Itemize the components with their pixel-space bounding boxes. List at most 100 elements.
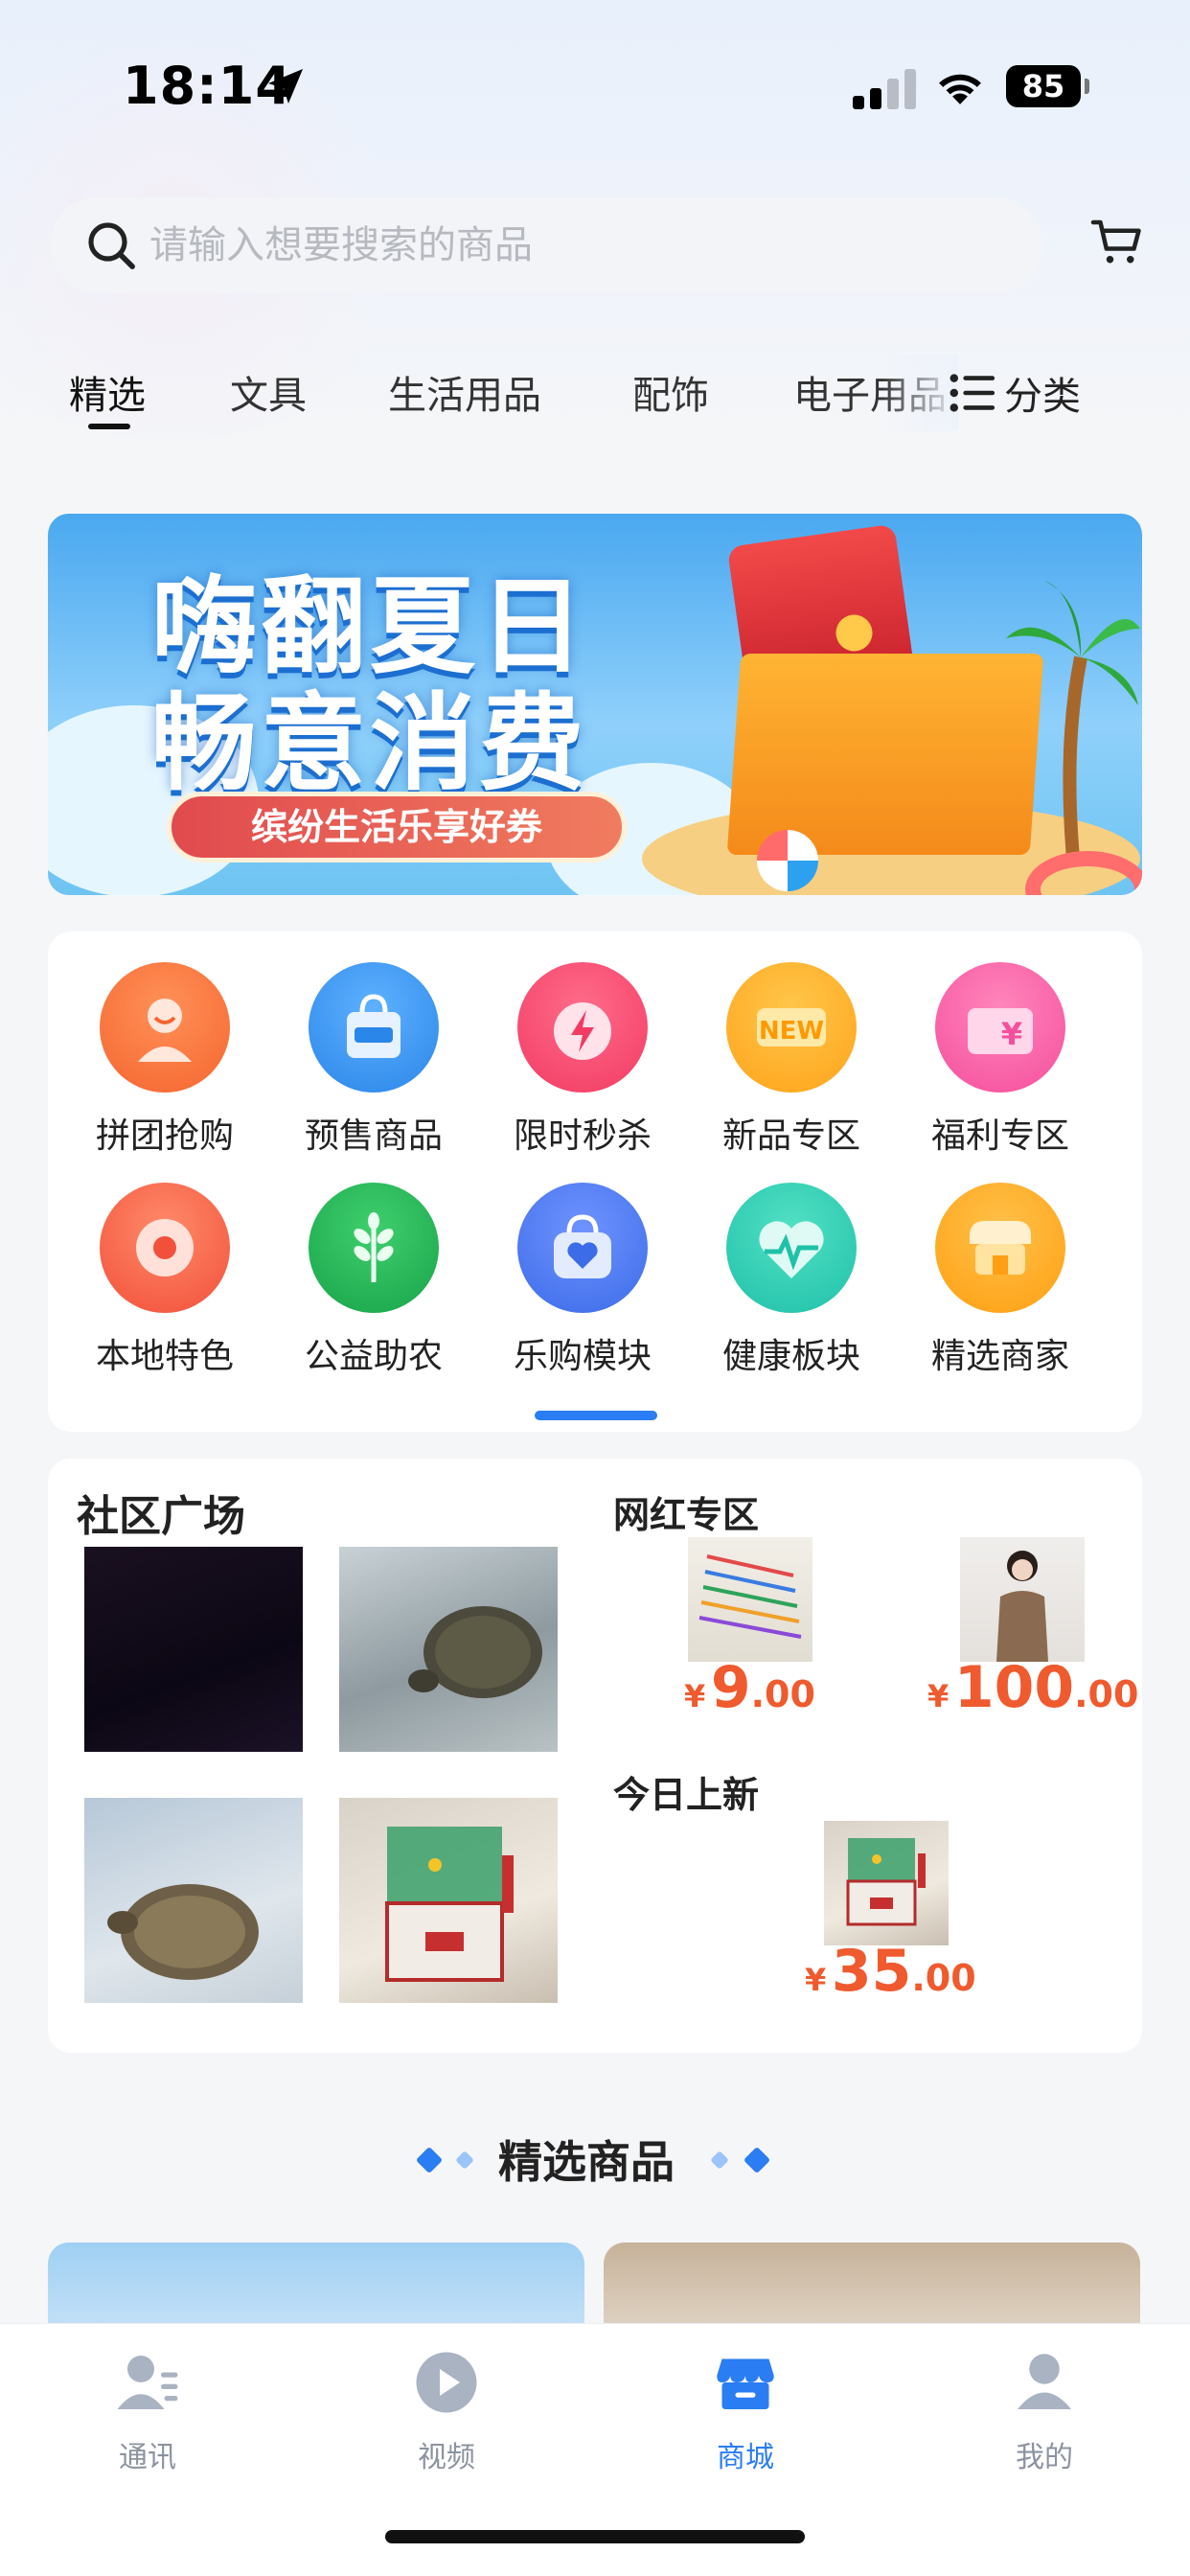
tab-daily-goods[interactable]: 生活用品 xyxy=(388,364,541,420)
entry-label: 公益助农 xyxy=(304,1337,443,1376)
featured-section-header: 精选商品 xyxy=(0,2128,1190,2195)
promo-banner[interactable]: 嗨翻夏日 畅意消费 缤纷生活乐享好券 xyxy=(48,514,1142,895)
turtle-photo-illustration xyxy=(408,1606,542,1698)
svg-text:¥: ¥ xyxy=(1001,1016,1022,1052)
nav-contacts[interactable]: 通讯 xyxy=(71,2349,224,2475)
price-integer: 35 xyxy=(831,1938,912,2005)
entry-label: 预售商品 xyxy=(304,1116,443,1156)
new-today-price: ¥ 35.00 xyxy=(805,1938,976,2005)
entry-health[interactable]: 健康板块 xyxy=(705,1183,878,1378)
trending-title[interactable]: 网红专区 xyxy=(613,1485,759,1538)
entry-presale[interactable]: 预售商品 xyxy=(287,962,460,1158)
gift-box-illustration xyxy=(726,654,1044,855)
community-post-thumbnail[interactable] xyxy=(84,1547,303,1752)
svg-text:NEW: NEW xyxy=(759,1017,824,1046)
nav-store[interactable]: 商城 xyxy=(669,2349,822,2475)
nav-video[interactable]: 视频 xyxy=(370,2349,523,2475)
wheat-icon xyxy=(309,1183,439,1313)
alarm-clock-icon xyxy=(517,962,648,1092)
tabs-fade xyxy=(881,355,958,431)
community-title[interactable]: 社区广场 xyxy=(77,1482,245,1543)
tab-stationery[interactable]: 文具 xyxy=(230,364,307,420)
welfare-card-icon: ¥ xyxy=(935,962,1065,1092)
tab-featured[interactable]: 精选 xyxy=(69,364,146,420)
tab-accessories[interactable]: 配饰 xyxy=(632,364,709,420)
new-badge-icon: NEW xyxy=(726,962,857,1092)
entry-local-specialty[interactable]: 本地特色 xyxy=(79,1183,251,1378)
wifi-icon xyxy=(939,74,981,104)
search-bar[interactable] xyxy=(50,197,1042,293)
entry-label: 拼团抢购 xyxy=(95,1116,234,1156)
community-post-thumbnail[interactable] xyxy=(339,1547,558,1752)
cellular-signal-icon xyxy=(853,69,916,109)
price-currency: ¥ xyxy=(927,1678,950,1714)
nav-label: 通讯 xyxy=(119,2441,176,2474)
entry-label: 乐购模块 xyxy=(513,1337,652,1376)
pens-photo-illustration xyxy=(698,1554,802,1639)
page-indicator xyxy=(535,1411,657,1420)
entry-label: 福利专区 xyxy=(930,1116,1069,1156)
price-decimal: .00 xyxy=(1074,1673,1139,1715)
category-label: 分类 xyxy=(1004,375,1081,419)
community-trending-card: 社区广场 网红专区 ¥ 9.00 ¥ 100.00 今日上新 ¥ 35.00 xyxy=(48,1459,1142,2053)
turtle-photo-illustration xyxy=(107,1884,259,1980)
palm-tree-illustration xyxy=(1006,581,1140,859)
new-today-title[interactable]: 今日上新 xyxy=(613,1765,759,1818)
profile-icon xyxy=(1018,2354,1071,2409)
entry-welfare[interactable]: ¥ 福利专区 xyxy=(914,962,1087,1158)
decorative-diamond-icon xyxy=(415,2146,444,2174)
entry-happy-shopping[interactable]: 乐购模块 xyxy=(496,1183,669,1378)
trending-product-thumbnail[interactable] xyxy=(688,1537,812,1662)
status-bar: 18:14 85 xyxy=(0,0,1190,172)
contacts-icon xyxy=(117,2356,178,2409)
store-icon xyxy=(717,2358,774,2409)
entry-new-products[interactable]: NEW 新品专区 xyxy=(705,962,878,1158)
beach-ball-illustration xyxy=(757,830,818,891)
community-post-thumbnail[interactable] xyxy=(84,1798,303,2003)
price-currency: ¥ xyxy=(684,1678,706,1714)
active-tab-indicator xyxy=(88,424,130,429)
entry-flash-sale[interactable]: 限时秒杀 xyxy=(496,962,669,1158)
price-currency: ¥ xyxy=(805,1962,827,1998)
presale-bag-icon xyxy=(309,962,439,1092)
decorative-diamond-icon xyxy=(455,2150,474,2170)
home-indicator xyxy=(385,2530,805,2543)
entry-group-buy[interactable]: 拼团抢购 xyxy=(79,962,251,1158)
trending-price: ¥ 9.00 xyxy=(684,1654,815,1721)
price-integer: 9 xyxy=(710,1654,751,1721)
entry-help-farmers[interactable]: 公益助农 xyxy=(287,1183,460,1378)
entry-label: 健康板块 xyxy=(721,1337,860,1376)
nav-label: 视频 xyxy=(418,2441,475,2474)
storage-box-photo-illustration xyxy=(385,1827,514,1982)
nav-label: 商城 xyxy=(717,2441,774,2474)
location-arrow-icon xyxy=(268,69,303,104)
entry-selected-merchants[interactable]: 精选商家 xyxy=(914,1183,1087,1378)
community-post-thumbnail[interactable] xyxy=(339,1798,558,2003)
group-buy-icon xyxy=(100,962,230,1092)
search-input[interactable] xyxy=(149,217,993,274)
decorative-diamond-icon xyxy=(710,2150,729,2170)
fashion-model-photo-illustration xyxy=(996,1551,1048,1662)
shopping-cart-icon[interactable] xyxy=(1088,213,1146,270)
price-integer: 100 xyxy=(953,1654,1075,1721)
quick-entry-grid: 拼团抢购 预售商品 限时秒杀 NEW 新品专区 ¥ 福利专区 本地特色 公益助农… xyxy=(48,932,1142,1432)
price-decimal: .00 xyxy=(750,1673,815,1715)
new-product-thumbnail[interactable] xyxy=(824,1821,949,1945)
heart-pulse-icon xyxy=(726,1183,857,1313)
entry-label: 精选商家 xyxy=(930,1337,1069,1376)
storage-box-photo-illustration xyxy=(846,1838,926,1926)
category-button[interactable]: 分类 xyxy=(949,364,1081,422)
list-menu-icon xyxy=(950,374,995,412)
play-video-icon xyxy=(416,2352,477,2413)
decorative-diamond-icon xyxy=(743,2146,771,2174)
battery-indicator: 85 xyxy=(1006,65,1089,107)
trending-product-thumbnail[interactable] xyxy=(960,1537,1085,1662)
banner-title-line2: 畅意消费 xyxy=(151,682,588,805)
nav-profile[interactable]: 我的 xyxy=(968,2349,1121,2475)
entry-label: 限时秒杀 xyxy=(513,1116,652,1156)
storefront-icon xyxy=(935,1183,1065,1313)
nav-label: 我的 xyxy=(1016,2441,1073,2474)
location-pin-icon xyxy=(100,1183,230,1313)
trending-price: ¥ 100.00 xyxy=(927,1654,1138,1721)
featured-title: 精选商品 xyxy=(498,2136,675,2188)
